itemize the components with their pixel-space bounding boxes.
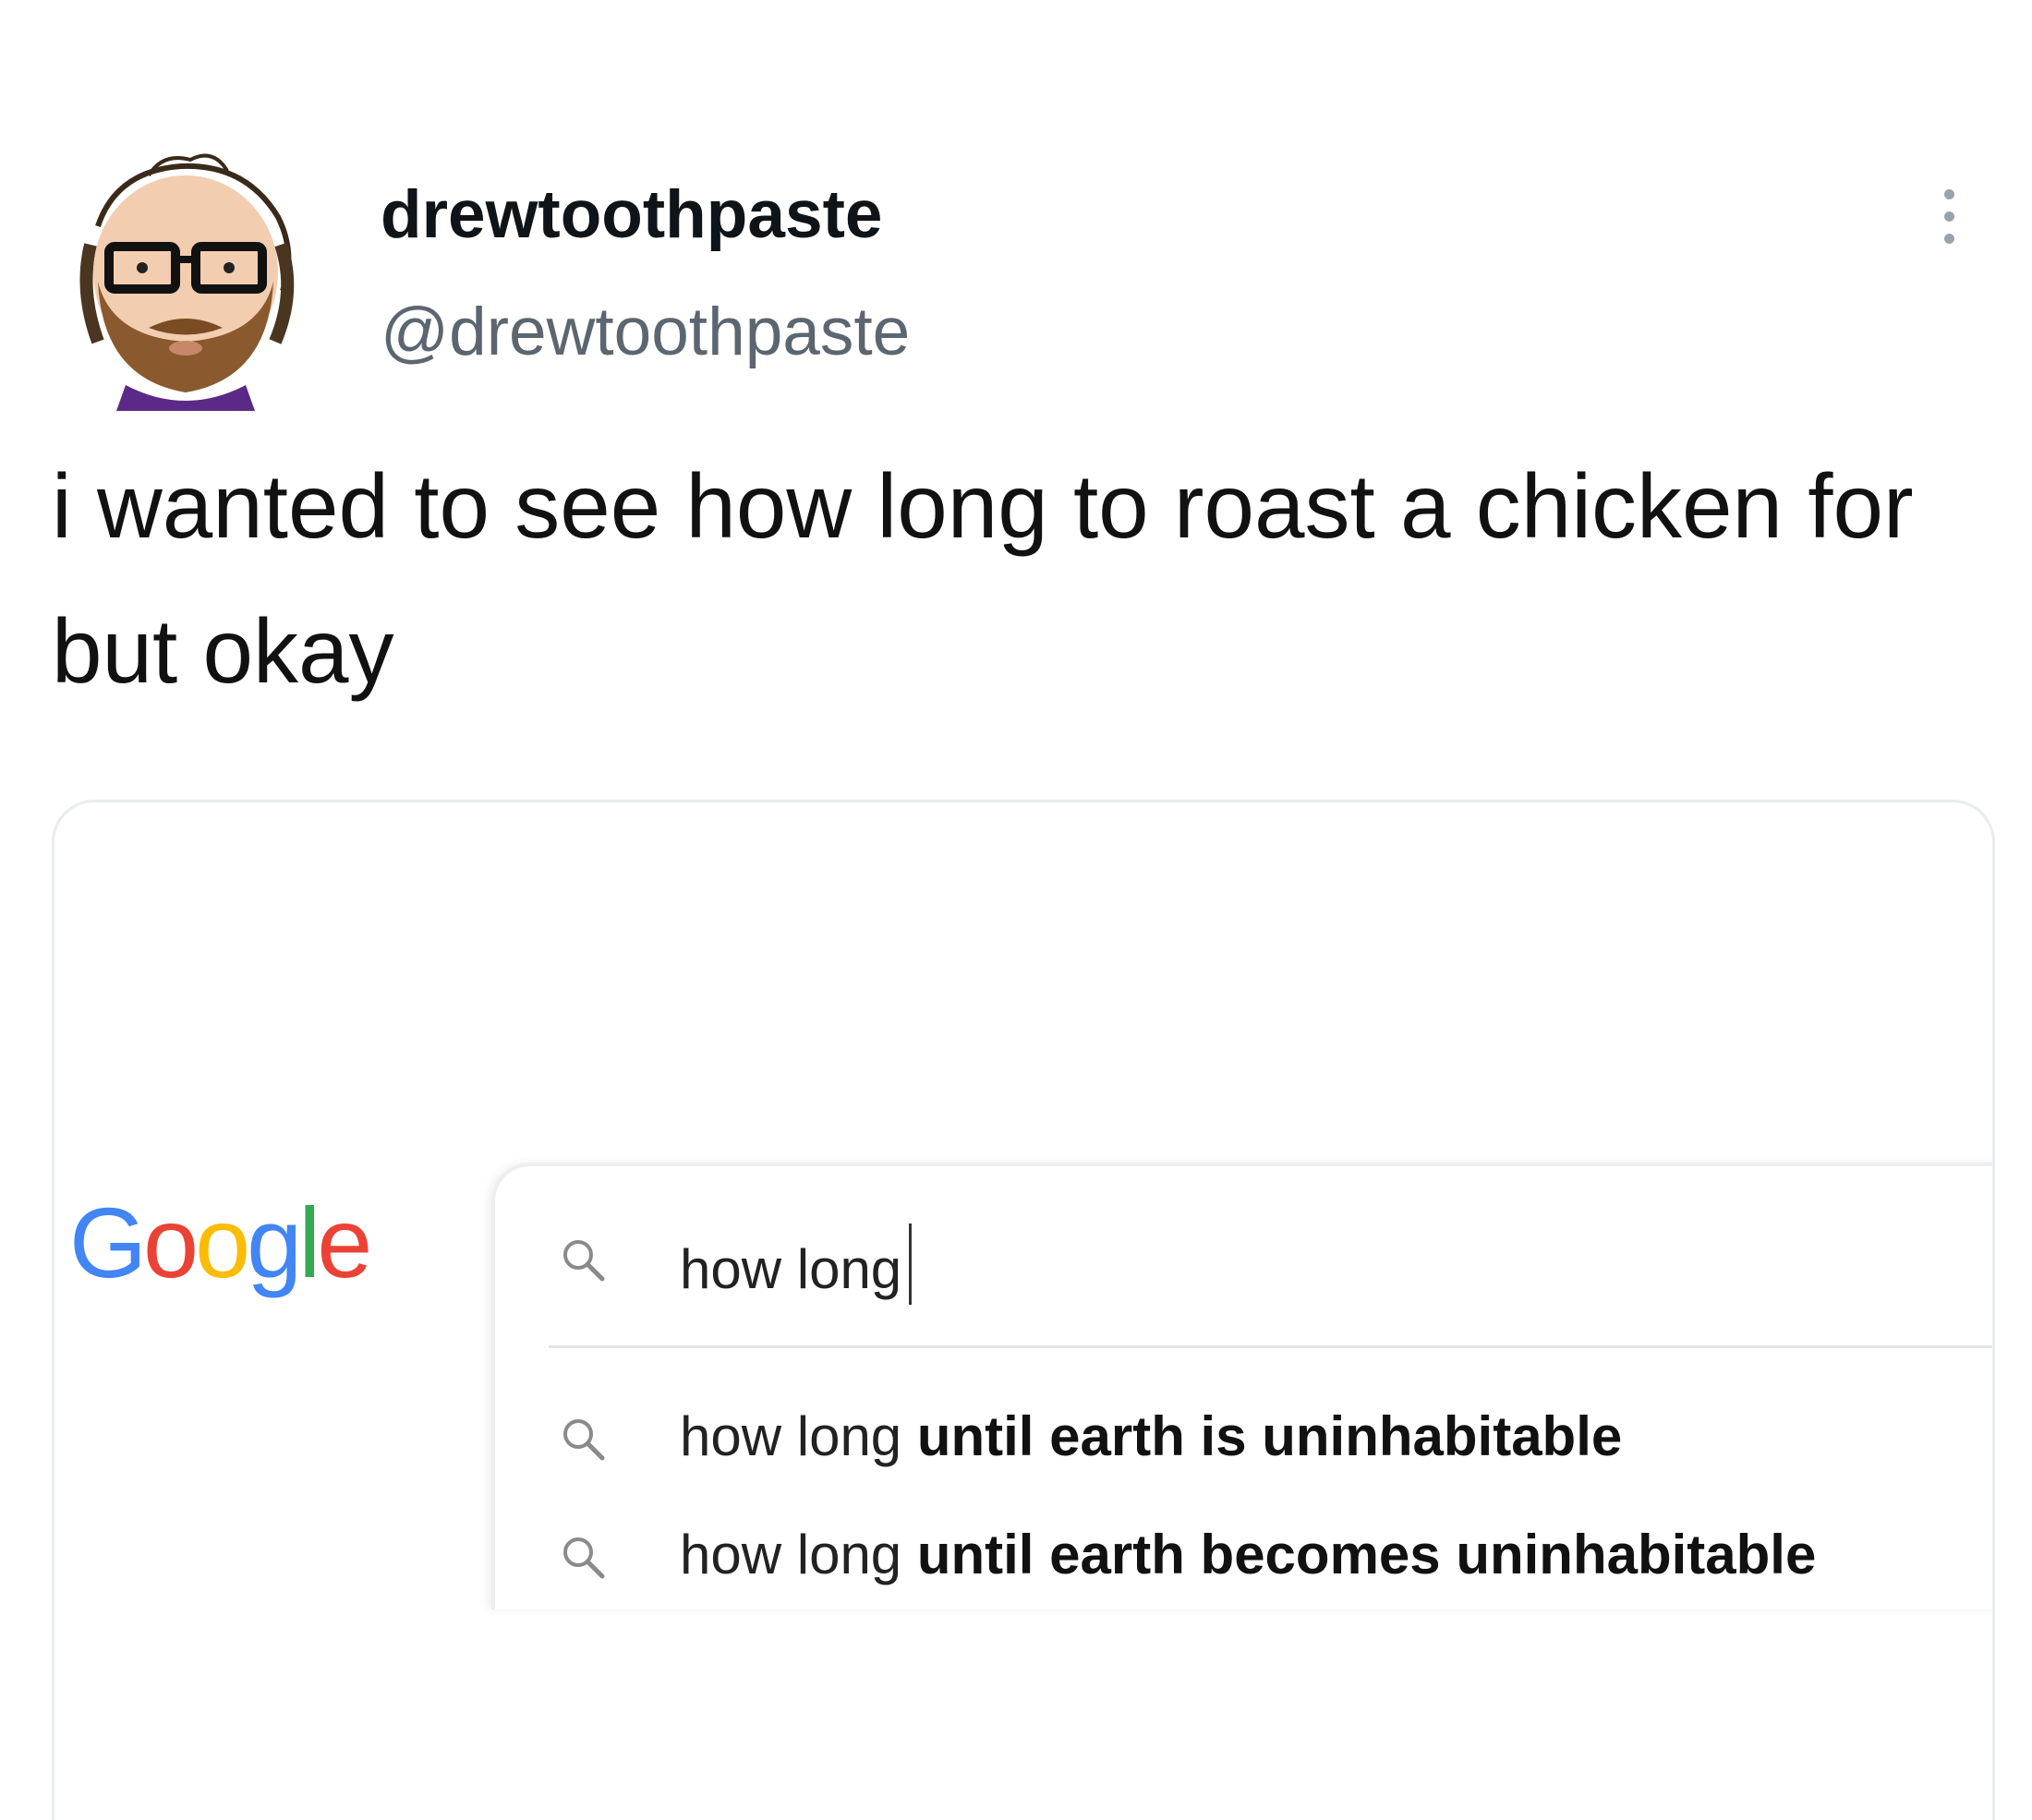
suggestion-text: how long until earth becomes uninhabitab… [680,1521,1816,1589]
search-box: how long how long until earth is uninhab… [491,1163,1992,1609]
search-divider [549,1345,1992,1348]
suggestion-prefix: how long [680,1405,902,1467]
tweet-text: i wanted to see how long to roast a chic… [52,455,1914,702]
google-logo-letter: g [247,1187,302,1298]
display-name[interactable]: drewtoothpaste [381,181,882,248]
search-input[interactable]: how long [680,1223,913,1305]
google-logo-letter: e [317,1187,372,1298]
search-query-text: how long [680,1238,902,1300]
google-logo-letter: o [143,1187,199,1298]
suggestion-completion: until earth becomes uninhabitable [916,1524,1817,1585]
bearded-man-avatar-icon [79,153,295,411]
search-input-row[interactable]: how long [495,1166,1992,1351]
google-logo: Google [69,1193,372,1293]
google-logo-letter: G [69,1187,147,1298]
autocomplete-suggestion[interactable]: how long until earth becomes uninhabitab… [495,1499,1992,1609]
tweet-media-image[interactable]: Google how long how long until earth is … [52,800,1995,1820]
suggestion-completion: until earth is uninhabitable [916,1405,1623,1467]
suggestion-text: how long until earth is uninhabitable [680,1403,1622,1471]
google-logo-letter: o [195,1187,250,1298]
suggestion-prefix: how long [680,1524,902,1585]
more-options-icon[interactable] [1938,189,1960,254]
autocomplete-suggestion[interactable]: how long until earth is uninhabitable [495,1380,1992,1491]
avatar[interactable] [61,143,310,411]
user-handle[interactable]: @drewtoothpaste [381,298,910,366]
tweet-page: drewtoothpaste @drewtoothpaste i wanted … [0,0,2032,1820]
search-icon [563,1240,605,1282]
search-icon [563,1419,605,1461]
google-logo-letter: l [298,1187,321,1298]
search-icon [563,1537,605,1579]
text-caret [909,1223,913,1305]
